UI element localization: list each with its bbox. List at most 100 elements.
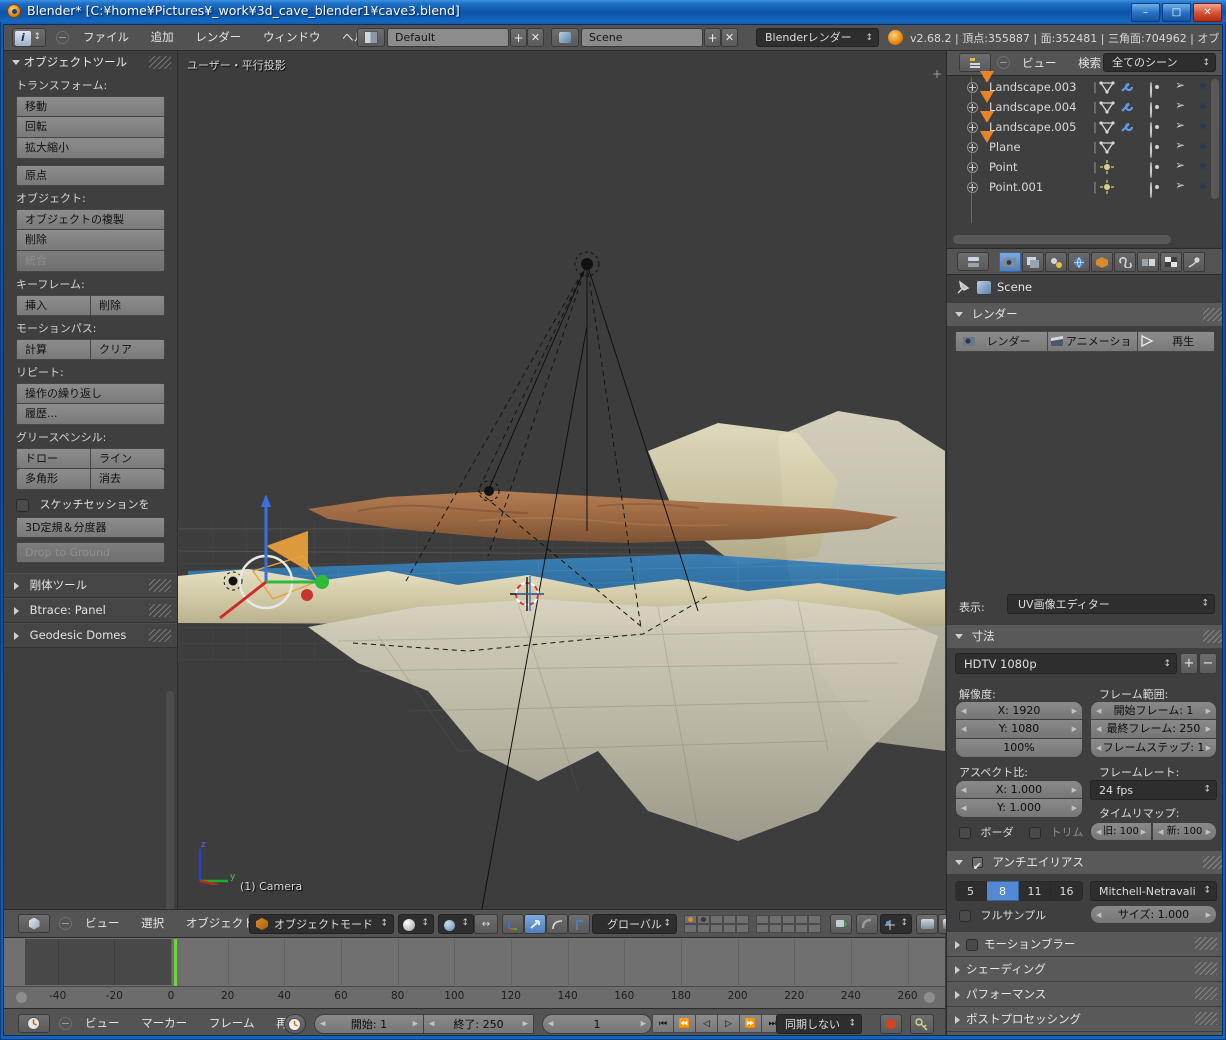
panel-enable-checkbox[interactable] bbox=[966, 938, 978, 951]
expand-toggle-icon[interactable] bbox=[967, 182, 978, 193]
lock-to-scene-icon[interactable] bbox=[830, 914, 852, 934]
object-tools-header[interactable]: オブジェクトツール bbox=[4, 51, 177, 73]
outliner-vscrollbar[interactable] bbox=[1211, 79, 1219, 199]
layer-9[interactable] bbox=[795, 915, 808, 924]
timeremap-new-field[interactable]: 新: 100 bbox=[1153, 822, 1217, 841]
aa-sample-5[interactable]: 5 bbox=[955, 881, 987, 901]
close-button[interactable]: ✕ bbox=[1193, 3, 1222, 22]
current-frame-field[interactable]: 1 bbox=[542, 1014, 652, 1034]
layer-2[interactable] bbox=[697, 915, 710, 924]
collapsed-panel-header[interactable]: パフォーマンス bbox=[947, 982, 1222, 1007]
duplicate-object-button[interactable]: オブジェクトの複製 bbox=[16, 209, 165, 230]
collapse-menu-icon[interactable] bbox=[59, 917, 72, 930]
collapsed-panel-header[interactable]: モーションブラー bbox=[947, 932, 1222, 957]
add-preset-button[interactable]: + bbox=[1180, 653, 1198, 674]
layer-16[interactable] bbox=[756, 924, 769, 933]
auto-keyframe-icon[interactable] bbox=[284, 1014, 306, 1034]
repeat-history-button[interactable]: 履歴... bbox=[16, 404, 165, 425]
aa-sample-8[interactable]: 8 bbox=[987, 881, 1019, 901]
layer-18[interactable] bbox=[782, 924, 795, 933]
collapsed-panel-header[interactable]: ポストプロセッシング bbox=[947, 1007, 1222, 1032]
delete-scene-button[interactable]: ✕ bbox=[721, 28, 738, 47]
full-sample-checkbox[interactable] bbox=[959, 910, 971, 922]
object-data-icon[interactable] bbox=[1099, 180, 1115, 200]
aspect-y-field[interactable]: Y: 1.000 bbox=[955, 799, 1083, 818]
rotate-manipulator-icon[interactable] bbox=[524, 914, 546, 934]
gp-draw-button[interactable]: ドロー bbox=[16, 448, 90, 469]
collapsed-panel-header[interactable]: Freestyle bbox=[947, 1032, 1222, 1035]
render-opengl-image-icon[interactable] bbox=[916, 914, 938, 934]
object-tab-icon[interactable] bbox=[1091, 252, 1113, 272]
menu-render[interactable]: レンダー bbox=[186, 26, 250, 48]
antialiasing-panel-header[interactable]: アンチエイリアス bbox=[947, 851, 1222, 878]
restrict-view-icon[interactable] bbox=[1150, 180, 1152, 200]
keying-set-icon[interactable] bbox=[910, 1014, 934, 1034]
new-scene-button[interactable]: + bbox=[704, 28, 721, 47]
sync-mode-dropdown[interactable]: 同期しない bbox=[776, 1014, 862, 1034]
snap-magnet-icon[interactable] bbox=[856, 914, 878, 934]
layer-12[interactable] bbox=[697, 924, 710, 933]
geodesic-domes-accordion[interactable]: Geodesic Domes bbox=[4, 623, 177, 648]
play-icon[interactable]: ▷ bbox=[718, 1014, 740, 1033]
layer-5[interactable] bbox=[736, 915, 749, 924]
layer-11[interactable] bbox=[684, 924, 697, 933]
outliner-row[interactable]: Point | ➢ bbox=[947, 157, 1222, 178]
step-forward-icon[interactable]: ⏩ bbox=[740, 1014, 762, 1033]
gp-line-button[interactable]: ライン bbox=[90, 448, 165, 469]
restrict-select-icon[interactable]: ➢ bbox=[1175, 179, 1185, 191]
layer-6[interactable] bbox=[756, 915, 769, 924]
outliner-display-mode[interactable]: 全てのシーン bbox=[1103, 53, 1216, 72]
collapse-menu-icon[interactable] bbox=[59, 1017, 72, 1030]
play-reverse-icon[interactable]: ◁ bbox=[696, 1014, 718, 1033]
scene-render-layers-icon[interactable] bbox=[1022, 252, 1044, 272]
clear-paths-button[interactable]: クリア bbox=[90, 339, 165, 360]
btrace-panel-accordion[interactable]: Btrace: Panel bbox=[4, 598, 177, 623]
modifiers-tab-icon[interactable] bbox=[1137, 252, 1159, 272]
editor-type-selector[interactable]: ↕ bbox=[12, 28, 46, 47]
menu-view[interactable]: ビュー bbox=[1013, 51, 1066, 75]
outliner-item-name[interactable]: Landscape.004 bbox=[989, 97, 1076, 117]
layer-3[interactable] bbox=[710, 915, 723, 924]
scene-tab-icon[interactable] bbox=[1045, 252, 1067, 272]
restrict-select-icon[interactable]: ➢ bbox=[1175, 119, 1185, 131]
resolution-y-field[interactable]: Y: 1080 bbox=[955, 720, 1083, 739]
layer-20[interactable] bbox=[808, 924, 821, 933]
layer-8[interactable] bbox=[782, 915, 795, 924]
layer-19[interactable] bbox=[795, 924, 808, 933]
border-toggle[interactable]: ボーダ bbox=[959, 824, 1014, 840]
viewport-shading-dropdown[interactable]: ↕ bbox=[398, 914, 434, 934]
layer-buttons-group-2[interactable] bbox=[756, 915, 821, 933]
layer-10[interactable] bbox=[808, 915, 821, 924]
modifier-wrench-icon[interactable] bbox=[1119, 80, 1135, 94]
rotate-button[interactable]: 回転 bbox=[16, 117, 165, 138]
outliner-row[interactable]: Plane | ➢ bbox=[947, 131, 1222, 158]
menu-frame[interactable]: フレーム bbox=[200, 1012, 264, 1034]
full-sample-toggle[interactable]: フルサンプル bbox=[959, 907, 1046, 923]
transform-orientation-dropdown[interactable]: グローバル bbox=[592, 914, 677, 934]
collapsed-panel-header[interactable]: シェーディング bbox=[947, 957, 1222, 982]
dimensions-panel-header[interactable]: 寸法 bbox=[947, 625, 1222, 649]
screen-layout-icon[interactable] bbox=[357, 28, 385, 47]
outliner-item-name[interactable]: Landscape.005 bbox=[989, 117, 1076, 137]
pivot-point-dropdown[interactable]: ↕ bbox=[438, 914, 474, 934]
frame-end-field[interactable]: 最終フレーム: 250 bbox=[1090, 720, 1217, 739]
aspect-x-field[interactable]: X: 1.000 bbox=[955, 780, 1083, 799]
snap-element-dropdown[interactable]: ↕ bbox=[880, 914, 912, 934]
pin-icon[interactable] bbox=[955, 280, 971, 296]
maximize-button[interactable]: □ bbox=[1162, 3, 1191, 22]
editor-type-properties-icon[interactable] bbox=[957, 252, 989, 271]
render-tab-icon[interactable] bbox=[999, 252, 1021, 272]
layer-buttons-group-1[interactable] bbox=[684, 915, 749, 933]
repeat-last-button[interactable]: 操作の繰り返し bbox=[16, 383, 165, 404]
timeline-scroll-right-handle[interactable] bbox=[924, 992, 935, 1003]
modifier-wrench-icon[interactable] bbox=[1119, 100, 1135, 114]
render-display-dropdown[interactable]: UV画像エディター bbox=[1007, 594, 1215, 614]
layer-4[interactable] bbox=[723, 915, 736, 924]
delete-keyframe-button[interactable]: 削除 bbox=[90, 295, 165, 316]
collapse-menu-icon[interactable] bbox=[56, 31, 69, 44]
move-button[interactable]: 移動 bbox=[16, 96, 165, 117]
expand-toggle-icon[interactable] bbox=[967, 122, 978, 133]
timeline-end-field[interactable]: 終了: 250 bbox=[424, 1014, 534, 1034]
outliner-item-name[interactable]: Point bbox=[989, 157, 1018, 177]
menu-add[interactable]: 追加 bbox=[142, 26, 183, 48]
